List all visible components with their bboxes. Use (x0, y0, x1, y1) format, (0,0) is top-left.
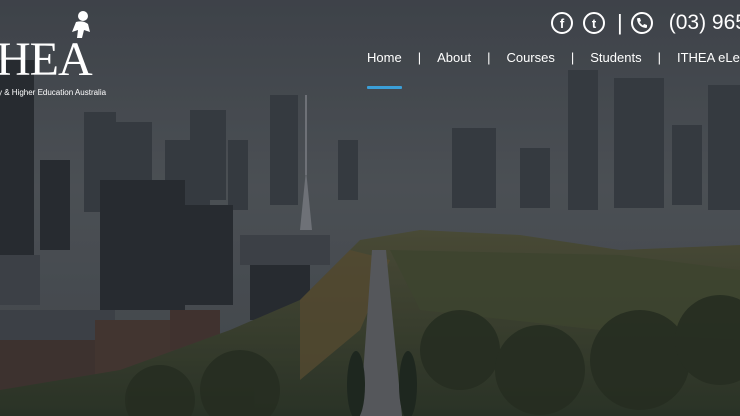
phone-number[interactable]: (03) 965 (669, 11, 740, 35)
nav-item-home[interactable]: Home (367, 50, 402, 89)
twitter-icon[interactable]: t (583, 12, 605, 34)
nav-separator: | (487, 50, 491, 65)
header-divider: | (617, 10, 623, 35)
main-nav: Home | About | Courses | Students | ITHE… (367, 50, 740, 89)
nav-item-elearning[interactable]: ITHEA eLearning (677, 50, 740, 65)
site-logo[interactable]: HEA y & Higher Education Australia (0, 8, 125, 98)
nav-separator: | (417, 50, 422, 65)
header-contact: f t | (03) 965 (551, 11, 740, 35)
phone-glyph (636, 18, 647, 28)
nav-separator: | (570, 50, 575, 65)
nav-item-courses[interactable]: Courses (506, 50, 554, 65)
nav-item-students[interactable]: Students (590, 50, 641, 65)
phone-icon[interactable] (630, 12, 653, 34)
logo-tagline: y & Higher Education Australia (0, 88, 107, 97)
nav-separator: | (657, 50, 661, 65)
nav-item-about[interactable]: About (437, 50, 471, 65)
logo-wordmark: HEA (0, 33, 93, 86)
facebook-icon[interactable]: f (551, 12, 573, 34)
